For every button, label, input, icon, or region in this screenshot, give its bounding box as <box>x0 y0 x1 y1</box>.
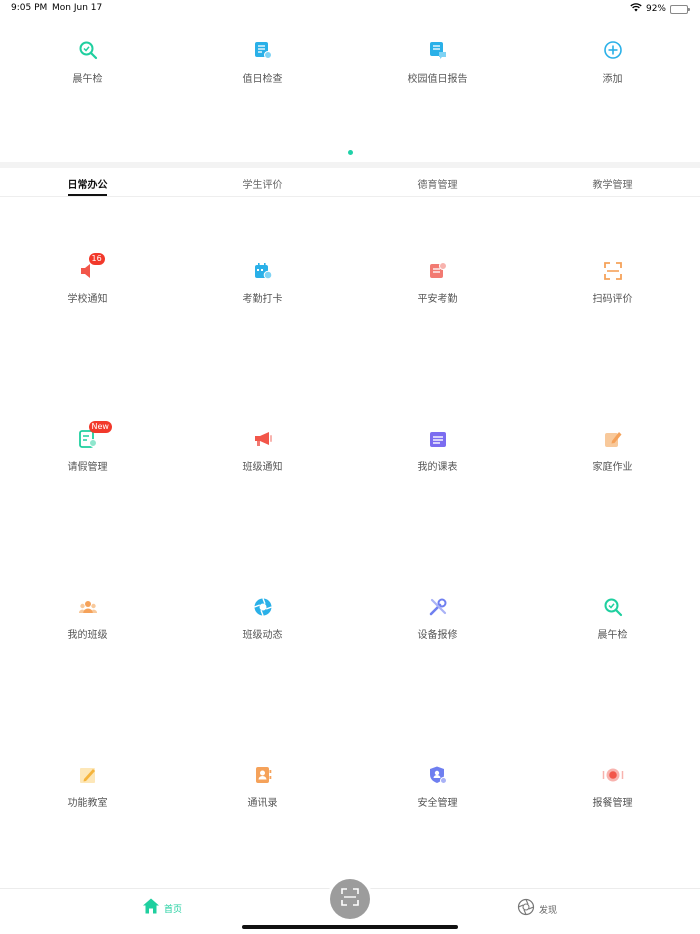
homework-edit-icon <box>603 429 623 453</box>
quick-item-add[interactable]: 添加 <box>525 40 700 86</box>
status-bar: 9:05 PM Mon Jun 17 92% <box>0 0 700 18</box>
grid-item-label: 晨午检 <box>597 630 628 641</box>
new-badge: New <box>88 421 112 433</box>
scan-frame-icon <box>603 261 623 285</box>
safety-attendance-icon <box>428 261 448 285</box>
add-circle-icon <box>603 40 623 64</box>
status-date: Mon Jun 17 <box>52 3 103 13</box>
grid-item-label: 学校通知 <box>67 294 108 305</box>
grid-item-label: 我的班级 <box>67 630 108 641</box>
function-grid: 16 学校通知 考勤打卡 平安考勤 扫码评价 New 请假管理 班级通知 我的课… <box>0 198 700 888</box>
grid-item-label: 家庭作业 <box>592 462 633 473</box>
scan-icon <box>340 887 360 911</box>
aperture-icon <box>253 597 273 621</box>
bottom-tab-bar: 首页 发现 <box>0 879 700 934</box>
status-time: 9:05 PM <box>11 3 48 13</box>
grid-item-label: 通讯录 <box>247 798 278 809</box>
tab-label: 日常办公 <box>67 180 108 191</box>
meal-order-icon <box>602 765 624 789</box>
grid-item-equipment-repair[interactable]: 设备报修 <box>350 598 525 641</box>
grid-item-safety-management[interactable]: 安全管理 <box>350 766 525 809</box>
grid-item-my-timetable[interactable]: 我的课表 <box>350 430 525 473</box>
quick-item-label: 校园值日报告 <box>407 74 468 85</box>
grid-item-homework[interactable]: 家庭作业 <box>525 430 700 473</box>
grid-item-meal-order[interactable]: 报餐管理 <box>525 766 700 809</box>
grid-item-label: 设备报修 <box>417 630 458 641</box>
home-icon <box>142 897 160 919</box>
grid-item-label: 班级动态 <box>242 630 283 641</box>
grid-item-my-class[interactable]: 我的班级 <box>0 598 175 641</box>
tab-teaching-management[interactable]: 教学管理 <box>525 168 700 196</box>
grid-item-school-notice[interactable]: 16 学校通知 <box>0 253 175 305</box>
duty-check-icon <box>253 40 273 64</box>
tab-label: 学生评价 <box>242 180 283 191</box>
grid-item-label: 安全管理 <box>417 798 458 809</box>
wifi-icon <box>630 3 642 15</box>
tab-moral-education[interactable]: 德育管理 <box>350 168 525 196</box>
quick-item-label: 添加 <box>602 74 623 85</box>
grid-item-function-classroom[interactable]: 功能教室 <box>0 766 175 809</box>
tab-daily-office[interactable]: 日常办公 <box>0 168 175 196</box>
grid-item-morning-check[interactable]: 晨午检 <box>525 598 700 641</box>
people-group-icon <box>78 597 98 621</box>
home-indicator <box>242 925 458 929</box>
quick-item-label: 值日检查 <box>242 74 283 85</box>
pencil-note-icon <box>78 765 98 789</box>
tab-student-evaluation[interactable]: 学生评价 <box>175 168 350 196</box>
grid-item-label: 平安考勤 <box>417 294 458 305</box>
quick-item-label: 晨午检 <box>72 74 103 85</box>
tools-icon <box>428 597 448 621</box>
nav-home[interactable]: 首页 <box>142 897 182 919</box>
grid-item-class-notice[interactable]: 班级通知 <box>175 430 350 473</box>
calendar-clock-icon <box>253 261 273 285</box>
grid-item-label: 功能教室 <box>67 798 108 809</box>
page-indicator-dot <box>348 150 353 155</box>
status-right: 92% <box>630 3 690 15</box>
nav-home-label: 首页 <box>164 904 183 915</box>
grid-item-safety-attendance[interactable]: 平安考勤 <box>350 262 525 305</box>
grid-item-label: 我的课表 <box>417 462 458 473</box>
magnifier-check-icon <box>603 597 623 621</box>
grid-item-leave-management[interactable]: New 请假管理 <box>0 421 175 473</box>
quick-entry-row: 晨午检 值日检查 校园值日报告 添加 <box>0 40 700 86</box>
quick-item-morning-check[interactable]: 晨午检 <box>0 40 175 86</box>
campus-report-icon <box>428 40 448 64</box>
scan-button[interactable] <box>330 879 370 919</box>
magnifier-check-icon <box>78 40 98 64</box>
grid-item-label: 考勤打卡 <box>242 294 283 305</box>
grid-item-label: 班级通知 <box>242 462 283 473</box>
quick-item-duty-check[interactable]: 值日检查 <box>175 40 350 86</box>
category-tabs: 日常办公 学生评价 德育管理 教学管理 <box>0 168 700 197</box>
timetable-icon <box>428 429 448 453</box>
contacts-book-icon <box>253 765 273 789</box>
grid-item-label: 请假管理 <box>67 462 108 473</box>
nav-discover-label: 发现 <box>539 905 558 916</box>
grid-item-attendance-punch[interactable]: 考勤打卡 <box>175 262 350 305</box>
grid-item-label: 扫码评价 <box>592 294 633 305</box>
unread-badge: 16 <box>88 253 105 265</box>
tab-label: 教学管理 <box>592 180 633 191</box>
nav-discover[interactable]: 发现 <box>517 898 557 920</box>
battery-percent: 92% <box>645 4 666 14</box>
grid-item-scan-evaluation[interactable]: 扫码评价 <box>525 262 700 305</box>
megaphone-icon <box>253 429 273 453</box>
shield-user-icon <box>428 765 448 789</box>
aperture-outline-icon <box>517 898 535 920</box>
battery-icon <box>670 4 690 14</box>
grid-item-class-moments[interactable]: 班级动态 <box>175 598 350 641</box>
grid-item-contacts[interactable]: 通讯录 <box>175 766 350 809</box>
grid-item-label: 报餐管理 <box>592 798 633 809</box>
tab-active-underline <box>68 194 107 196</box>
tab-label: 德育管理 <box>417 180 458 191</box>
quick-item-campus-report[interactable]: 校园值日报告 <box>350 40 525 86</box>
